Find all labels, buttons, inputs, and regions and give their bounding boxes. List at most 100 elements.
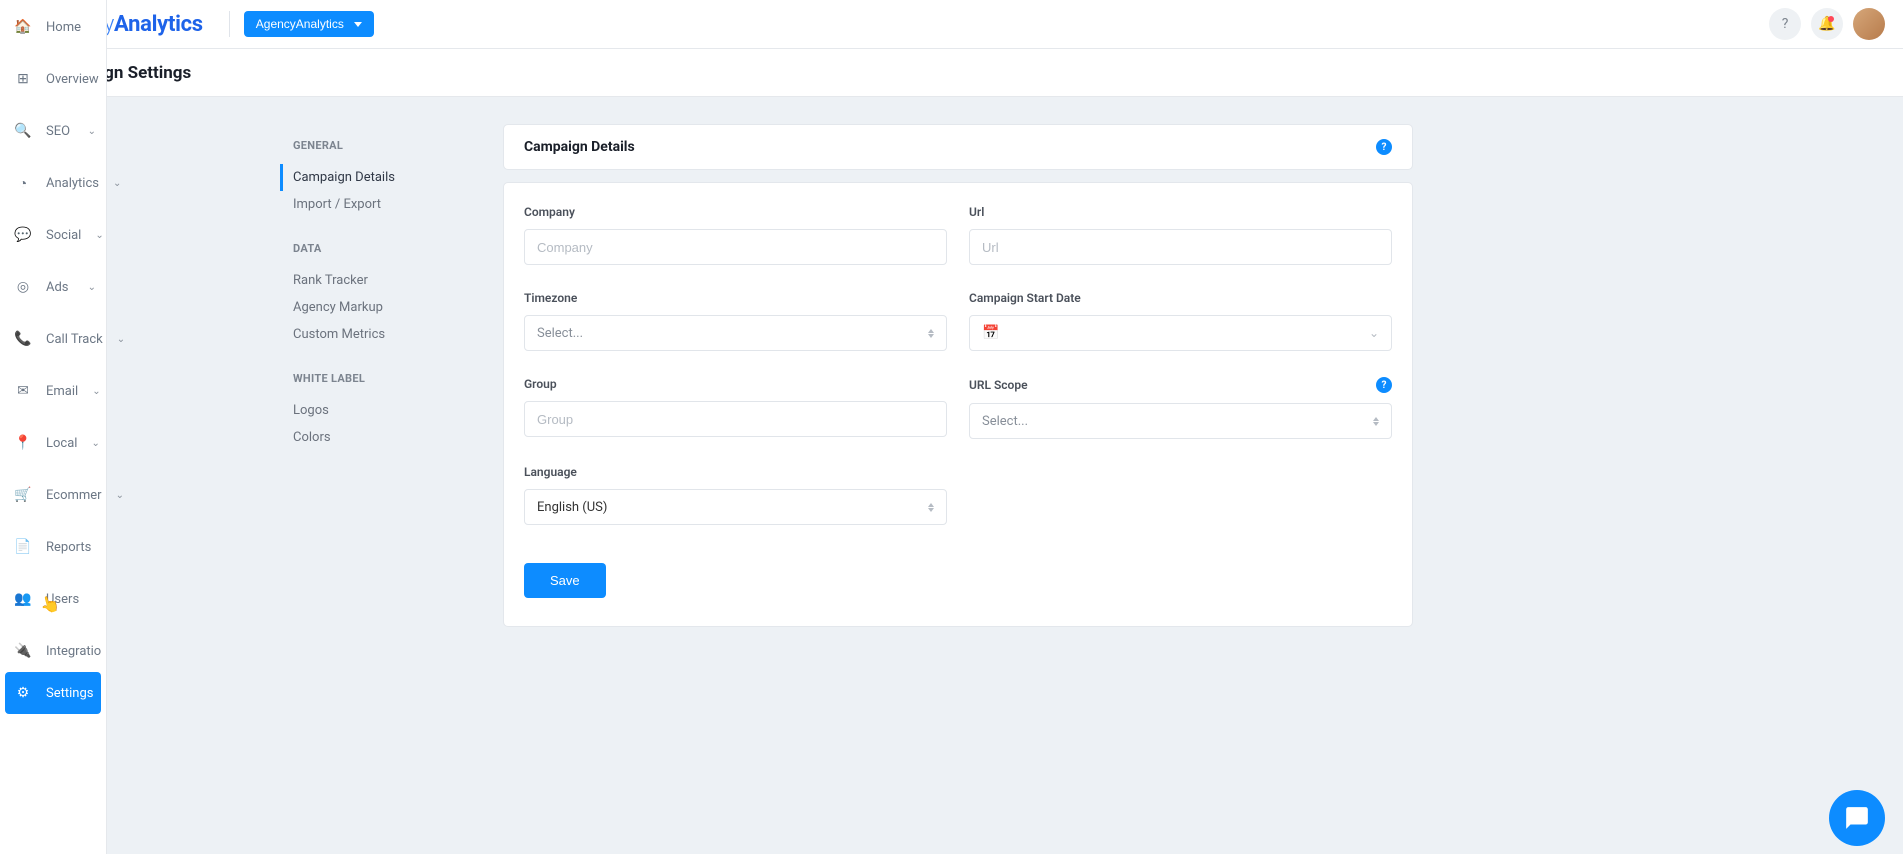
- workspace-dropdown[interactable]: AgencyAnalytics: [244, 11, 374, 37]
- sidebar-item-label: SEO: [46, 124, 70, 139]
- timezone-value: Select...: [537, 326, 583, 341]
- cart-icon: 🛒: [14, 487, 32, 503]
- sidebar-item-social[interactable]: 💬 Social ⌄: [0, 214, 106, 256]
- gear-icon: ⚙: [14, 685, 32, 701]
- envelope-icon: ✉: [14, 383, 32, 399]
- label-language: Language: [524, 465, 947, 479]
- nav-link-colors[interactable]: Colors: [293, 424, 463, 451]
- users-icon: 👥: [14, 591, 32, 607]
- sidebar-item-label: Social: [46, 228, 81, 243]
- nav-link-agency-markup[interactable]: Agency Markup: [293, 294, 463, 321]
- nav-link-import-export[interactable]: Import / Export: [293, 191, 463, 218]
- chevron-down-icon: ⌄: [117, 334, 125, 345]
- chevron-down-icon: ⌄: [88, 126, 96, 137]
- home-icon: 🏠: [14, 19, 32, 35]
- sidebar-item-ads[interactable]: ◎ Ads ⌄: [0, 266, 106, 308]
- sidebar-item-label: Local: [46, 436, 77, 451]
- language-select[interactable]: English (US): [524, 489, 947, 525]
- label-timezone: Timezone: [524, 291, 947, 305]
- start-date-picker[interactable]: 📅 ⌄: [969, 315, 1392, 351]
- chevron-down-icon: ⌄: [92, 386, 100, 397]
- label-start-date: Campaign Start Date: [969, 291, 1392, 305]
- sidebar-item-users[interactable]: 👥 Users: [0, 578, 106, 620]
- group-input[interactable]: [524, 401, 947, 437]
- sidebar-item-ecommerce[interactable]: 🛒 Ecommer ⌄: [0, 474, 106, 516]
- sidebar-item-label: Settings: [46, 686, 93, 701]
- avatar[interactable]: [1853, 8, 1885, 40]
- document-icon: 📄: [14, 539, 32, 555]
- phone-icon: 📞: [14, 331, 32, 347]
- label-company: Company: [524, 205, 947, 219]
- divider: [229, 11, 230, 37]
- card-header: Campaign Details ?: [503, 124, 1413, 170]
- sidebar-item-local[interactable]: 📍 Local ⌄: [0, 422, 106, 464]
- pie-icon: ◔: [14, 175, 32, 192]
- sidebar-item-settings[interactable]: ⚙ Settings: [5, 672, 101, 714]
- chevron-down-icon: ⌄: [1369, 326, 1379, 340]
- card-header-title: Campaign Details: [524, 139, 635, 155]
- sidebar-item-label: Overview: [46, 72, 99, 87]
- nav-link-custom-metrics[interactable]: Custom Metrics: [293, 321, 463, 348]
- chat-icon: 💬: [14, 227, 32, 243]
- company-input[interactable]: [524, 229, 947, 265]
- notification-dot: [1828, 16, 1834, 22]
- save-button[interactable]: Save: [524, 563, 606, 598]
- label-url: Url: [969, 205, 1392, 219]
- nav-section-data: DATA: [293, 242, 463, 255]
- sidebar-item-reports[interactable]: 📄 Reports: [0, 526, 106, 568]
- chevron-down-icon: [354, 22, 362, 27]
- chevron-down-icon: ⌄: [91, 438, 99, 449]
- sidebar-item-label: Ads: [46, 280, 69, 295]
- url-scope-select[interactable]: Select...: [969, 403, 1392, 439]
- sidebar-item-label: Call Track: [46, 332, 103, 347]
- language-value: English (US): [537, 500, 607, 515]
- nav-section-white-label: WHITE LABEL: [293, 372, 463, 385]
- sidebar-item-label: Users: [46, 592, 79, 607]
- sidebar-item-calltracking[interactable]: 📞 Call Track ⌄: [0, 318, 106, 360]
- nav-link-logos[interactable]: Logos: [293, 397, 463, 424]
- url-scope-value: Select...: [982, 414, 1028, 429]
- sidebar-item-label: Ecommer: [46, 488, 102, 503]
- chevron-down-icon: ⌄: [95, 230, 103, 241]
- nav-link-campaign-details[interactable]: Campaign Details: [280, 164, 463, 191]
- sidebar-item-seo[interactable]: 🔍 SEO ⌄: [0, 110, 106, 152]
- sidebar-item-overview[interactable]: ⊞ Overview: [0, 58, 106, 100]
- sidebar-item-home[interactable]: 🏠 Home: [0, 6, 106, 48]
- sidebar-item-label: Reports: [46, 540, 91, 555]
- chat-fab[interactable]: [1829, 790, 1885, 846]
- chevron-down-icon: ⌄: [88, 282, 96, 293]
- help-icon[interactable]: ?: [1376, 139, 1392, 155]
- content-area: GENERAL Campaign Details Import / Export…: [63, 97, 1903, 854]
- updown-icon: [928, 329, 934, 338]
- updown-icon: [1373, 417, 1379, 426]
- grid-icon: ⊞: [14, 71, 32, 87]
- settings-nav: GENERAL Campaign Details Import / Export…: [293, 139, 463, 475]
- nav-link-rank-tracker[interactable]: Rank Tracker: [293, 267, 463, 294]
- notifications-button[interactable]: 🔔: [1811, 8, 1843, 40]
- search-icon: 🔍: [14, 123, 32, 139]
- sidebar-item-label: Integratio: [46, 644, 101, 659]
- help-button[interactable]: ?: [1769, 8, 1801, 40]
- label-url-scope: URL Scope ?: [969, 377, 1392, 393]
- card-body: Company Url Timezone Select... Campaign …: [503, 182, 1413, 627]
- calendar-icon: 📅: [982, 325, 999, 341]
- timezone-select[interactable]: Select...: [524, 315, 947, 351]
- help-icon[interactable]: ?: [1376, 377, 1392, 393]
- url-input[interactable]: [969, 229, 1392, 265]
- label-group: Group: [524, 377, 947, 391]
- nav-section-general: GENERAL: [293, 139, 463, 152]
- main-sidebar: 🏠 Home ⊞ Overview 🔍 SEO ⌄ ◔ Analytics ⌄ …: [0, 0, 107, 854]
- plug-icon: 🔌: [14, 643, 32, 659]
- question-icon: ?: [1782, 16, 1789, 32]
- chevron-down-icon: ⌄: [116, 490, 124, 501]
- sidebar-item-integrations[interactable]: 🔌 Integratio: [0, 630, 106, 672]
- sidebar-item-label: Home: [46, 20, 81, 35]
- sidebar-item-email[interactable]: ✉ Email ⌄: [0, 370, 106, 412]
- chevron-down-icon: ⌄: [113, 178, 121, 189]
- updown-icon: [928, 503, 934, 512]
- pin-icon: 📍: [14, 435, 32, 451]
- target-icon: ◎: [14, 279, 32, 295]
- sidebar-item-label: Analytics: [46, 176, 99, 191]
- sidebar-item-analytics[interactable]: ◔ Analytics ⌄: [0, 162, 106, 204]
- workspace-dropdown-label: AgencyAnalytics: [256, 17, 344, 31]
